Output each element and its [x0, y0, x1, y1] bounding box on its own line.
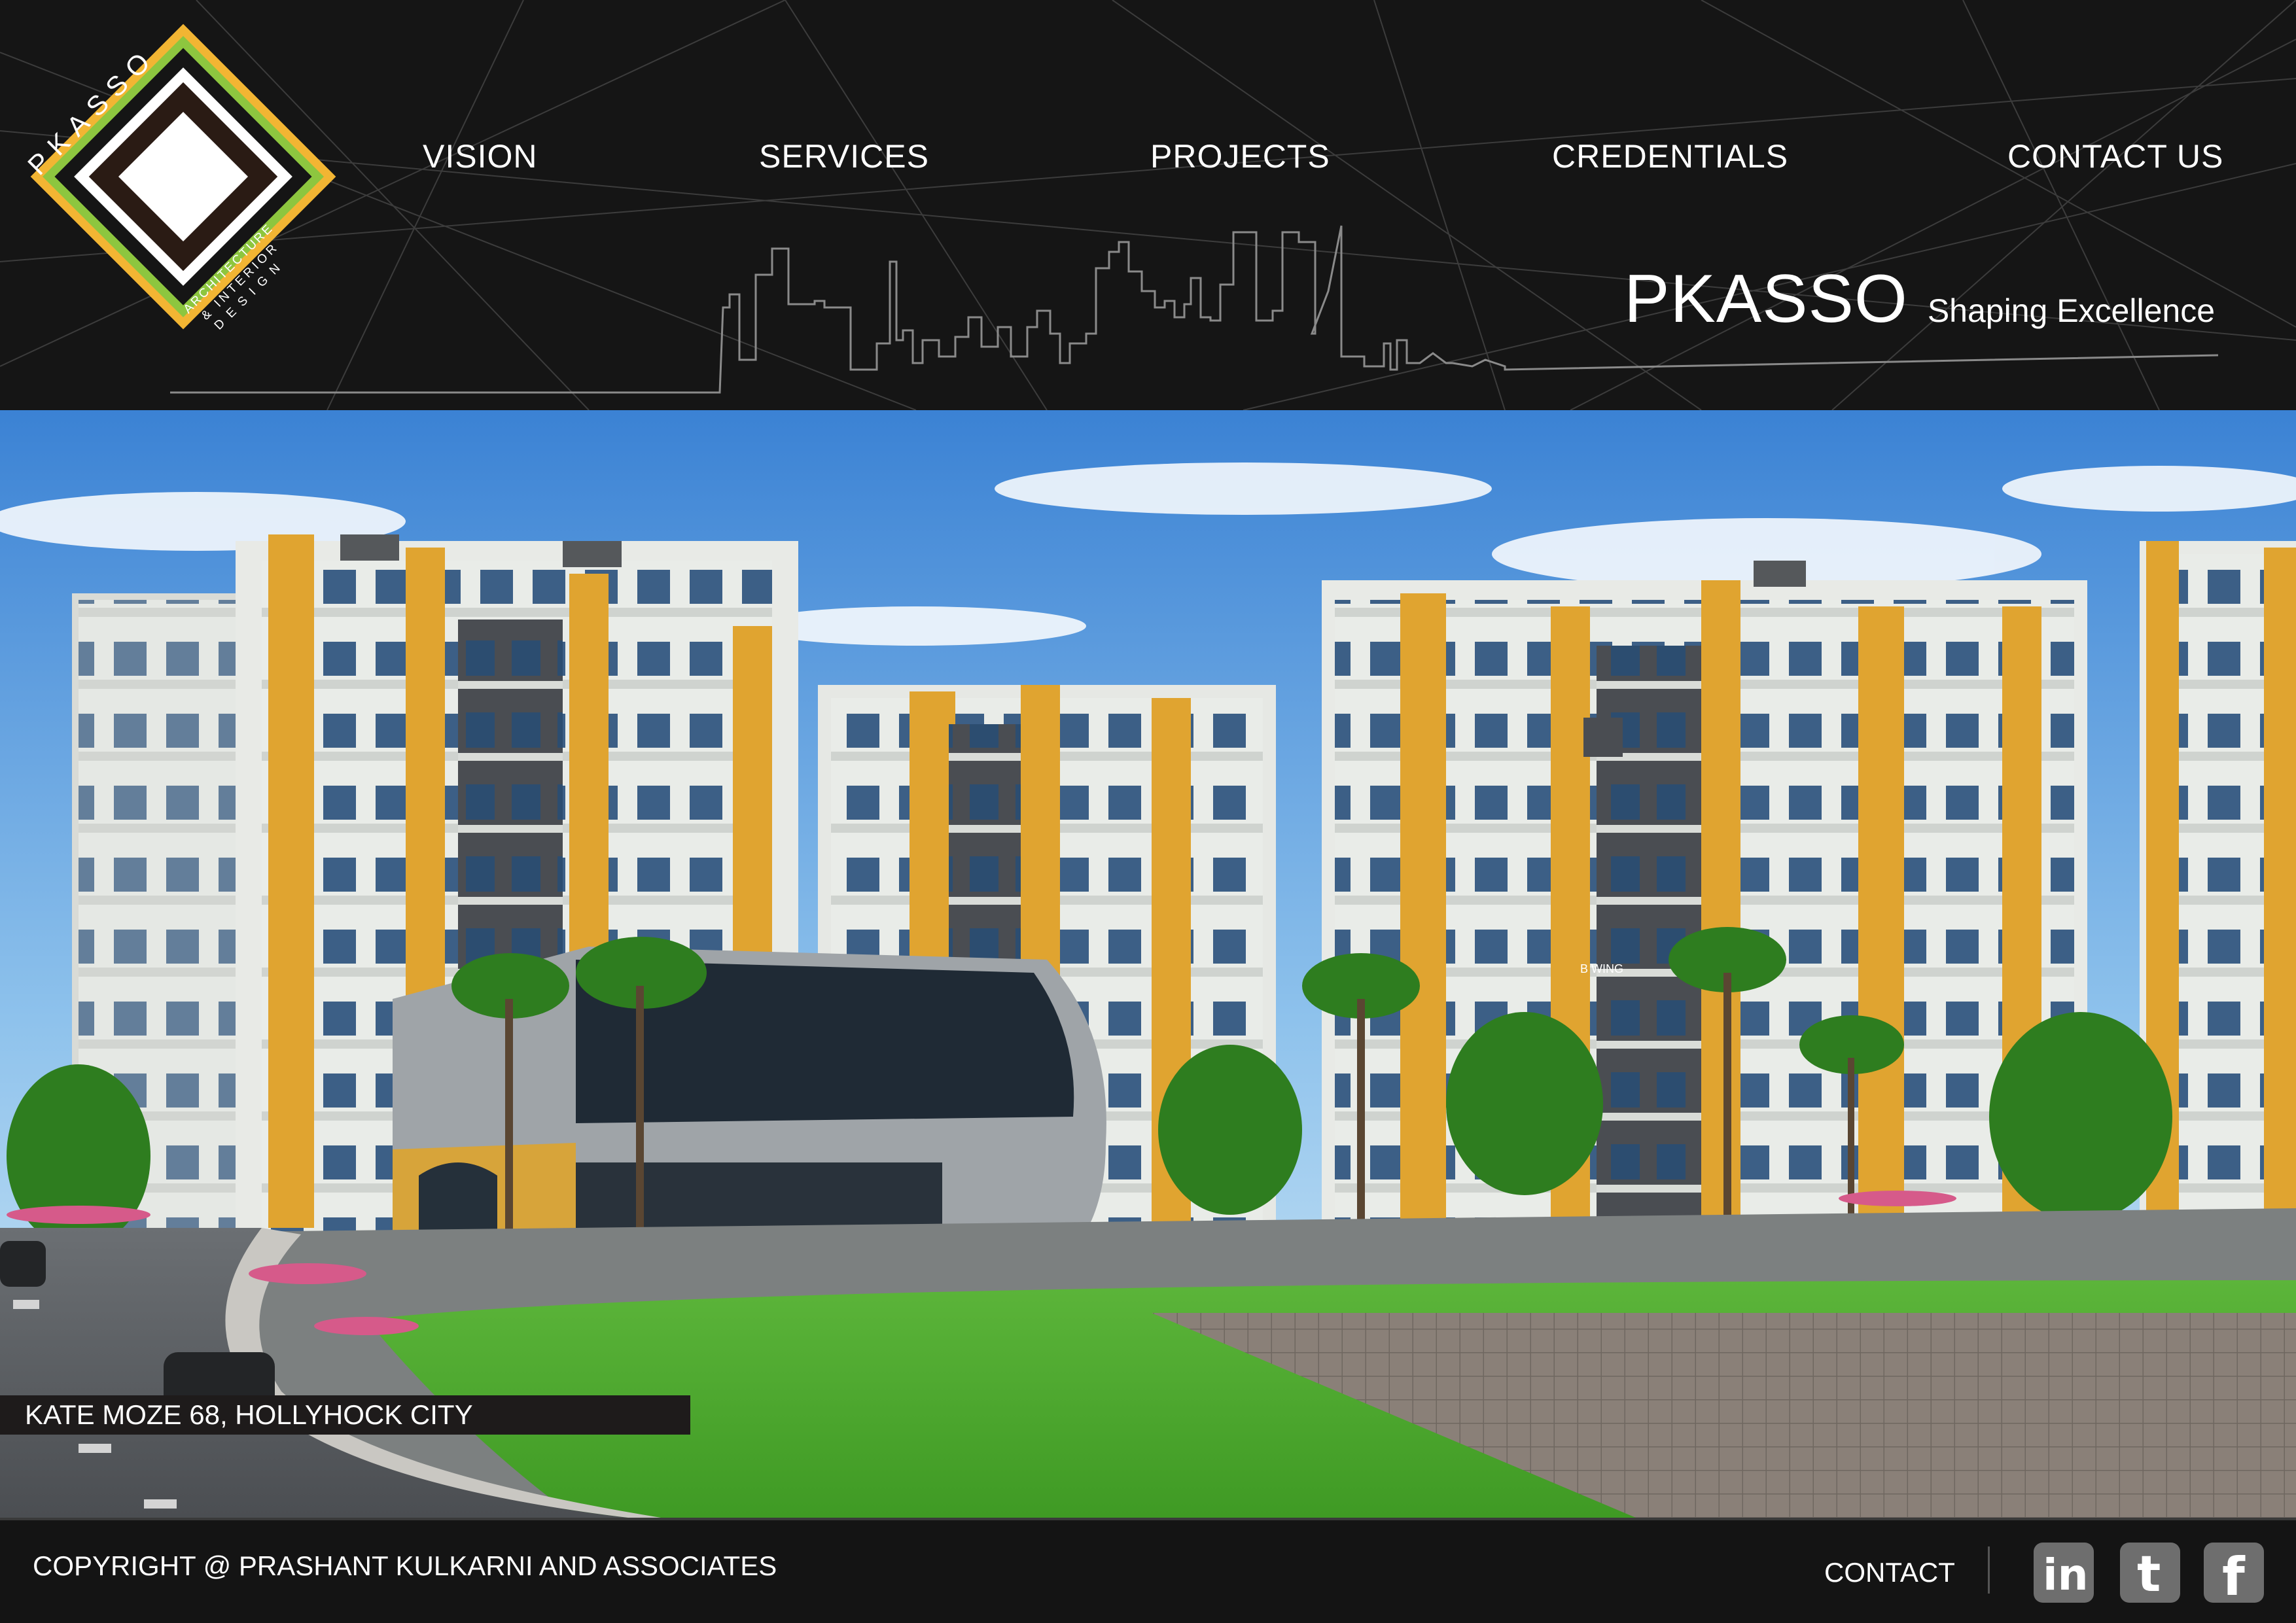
nav-contact-us[interactable]: CONTACT US [2007, 137, 2223, 175]
wing-sign: B WING [1580, 962, 1623, 975]
brand-name: PKASSO [1624, 261, 1908, 337]
brand-tagline: Shaping Excellence [1927, 292, 2215, 329]
project-rendering: B WING [0, 410, 2296, 1518]
hero-image: B WING [0, 410, 2296, 1518]
linkedin-icon[interactable]: in [2034, 1543, 2094, 1603]
facebook-glyph: f [2222, 1546, 2246, 1603]
nav-services[interactable]: SERVICES [759, 137, 929, 175]
facebook-icon[interactable]: f [2204, 1543, 2264, 1603]
nav-projects[interactable]: PROJECTS [1150, 137, 1330, 175]
site-footer: COPYRIGHT @ PRASHANT KULKARNI AND ASSOCI… [0, 1518, 2296, 1623]
twitter-icon[interactable]: t [2120, 1543, 2180, 1603]
brand-heading: PKASSO Shaping Excellence [1624, 260, 2215, 338]
footer-divider-line [0, 1518, 2296, 1520]
project-caption: KATE MOZE 68, HOLLYHOCK CITY [0, 1395, 690, 1435]
footer-contact-link[interactable]: CONTACT [1824, 1557, 1955, 1588]
twitter-glyph: t [2137, 1544, 2161, 1603]
site-header: PKASSO ARCHITECTURE & INTERIOR DESIGN VI… [0, 0, 2296, 410]
footer-vertical-divider [1988, 1546, 1990, 1594]
nav-credentials[interactable]: CREDENTIALS [1552, 137, 1788, 175]
linkedin-glyph: in [2043, 1550, 2089, 1600]
nav-vision[interactable]: VISION [423, 137, 537, 175]
main-nav: VISION SERVICES PROJECTS CREDENTIALS CON… [0, 137, 2296, 190]
copyright-text: COPYRIGHT @ PRASHANT KULKARNI AND ASSOCI… [33, 1550, 777, 1581]
